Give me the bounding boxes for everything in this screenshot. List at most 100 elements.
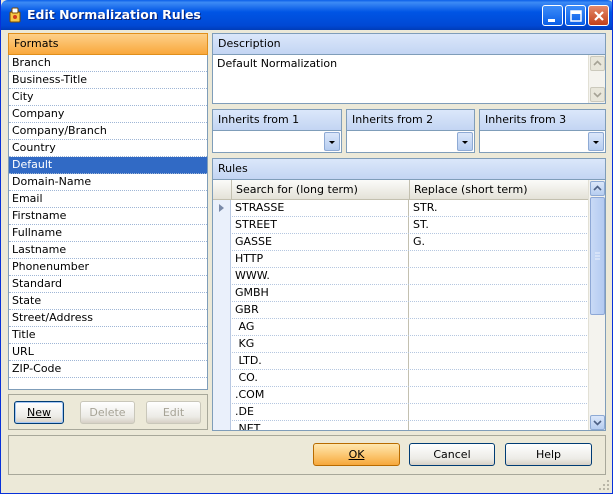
format-item-domain-name[interactable]: Domain-Name <box>9 174 207 191</box>
search-cell[interactable]: AG <box>232 319 409 335</box>
row-header[interactable] <box>213 234 231 251</box>
search-cell[interactable]: CO. <box>232 370 409 386</box>
format-item-zip-code[interactable]: ZIP-Code <box>9 361 207 378</box>
scroll-up-icon[interactable] <box>590 181 605 196</box>
row-header[interactable] <box>213 200 231 217</box>
edit-button[interactable]: Edit <box>146 401 201 424</box>
rules-scrollbar[interactable] <box>588 180 605 430</box>
replace-cell[interactable]: STR. <box>410 200 589 216</box>
format-item-standard[interactable]: Standard <box>9 276 207 293</box>
resize-grip-icon[interactable] <box>598 479 610 491</box>
format-item-business-title[interactable]: Business-Title <box>9 72 207 89</box>
format-item-default[interactable]: Default <box>9 157 207 174</box>
close-button[interactable] <box>588 5 609 26</box>
row-header[interactable] <box>213 353 231 370</box>
delete-button[interactable]: Delete <box>80 401 135 424</box>
minimize-button[interactable] <box>542 5 563 26</box>
search-cell[interactable]: STRASSE <box>232 200 409 216</box>
format-item-lastname[interactable]: Lastname <box>9 242 207 259</box>
table-row[interactable]: CO. <box>213 370 589 387</box>
new-button[interactable]: New <box>14 401 64 424</box>
inherits-2-dropdown[interactable] <box>346 131 475 153</box>
search-cell[interactable]: .COM <box>232 387 409 403</box>
row-header[interactable] <box>213 268 231 285</box>
replace-cell[interactable] <box>410 336 589 352</box>
format-item-company-branch[interactable]: Company/Branch <box>9 123 207 140</box>
search-cell[interactable]: KG <box>232 336 409 352</box>
format-item-phonenumber[interactable]: Phonenumber <box>9 259 207 276</box>
format-item-url[interactable]: URL <box>9 344 207 361</box>
replace-cell[interactable] <box>410 353 589 369</box>
scroll-down-icon[interactable] <box>590 415 605 430</box>
inherits-3-dropdown[interactable] <box>479 131 606 153</box>
replace-cell[interactable] <box>410 387 589 403</box>
format-item-fullname[interactable]: Fullname <box>9 225 207 242</box>
replace-cell[interactable] <box>410 251 589 267</box>
scroll-up-icon[interactable] <box>590 56 605 71</box>
format-item-street-address[interactable]: Street/Address <box>9 310 207 327</box>
format-item-email[interactable]: Email <box>9 191 207 208</box>
scroll-down-icon[interactable] <box>590 87 605 102</box>
column-header-search[interactable]: Search for (long term) <box>232 180 410 200</box>
maximize-button[interactable] <box>565 5 586 26</box>
scrollbar-thumb[interactable] <box>590 197 605 315</box>
table-row[interactable]: WWW. <box>213 268 589 285</box>
search-cell[interactable]: LTD. <box>232 353 409 369</box>
chevron-down-icon[interactable] <box>324 132 340 151</box>
row-header[interactable] <box>213 302 231 319</box>
replace-cell[interactable]: ST. <box>410 217 589 233</box>
table-row[interactable]: HTTP <box>213 251 589 268</box>
row-header[interactable] <box>213 217 231 234</box>
replace-cell[interactable] <box>410 421 589 430</box>
replace-cell[interactable] <box>410 285 589 301</box>
search-cell[interactable]: STREET <box>232 217 409 233</box>
search-cell[interactable]: .DE <box>232 404 409 420</box>
table-row[interactable]: GBR <box>213 302 589 319</box>
search-cell[interactable]: GASSE <box>232 234 409 250</box>
table-row[interactable]: STRASSE STR. <box>213 200 589 217</box>
format-item-title[interactable]: Title <box>9 327 207 344</box>
row-header[interactable] <box>213 370 231 387</box>
search-cell[interactable]: WWW. <box>232 268 409 284</box>
search-cell[interactable]: .NET <box>232 421 409 430</box>
search-cell[interactable]: GBR <box>232 302 409 318</box>
ok-button[interactable]: OK <box>313 443 400 466</box>
description-field[interactable]: Default Normalization <box>212 55 606 104</box>
row-header[interactable] <box>213 319 231 336</box>
rules-grid[interactable]: Search for (long term) Replace (short te… <box>212 180 606 431</box>
table-row[interactable]: GMBH <box>213 285 589 302</box>
table-row[interactable]: .NET <box>213 421 589 430</box>
row-header[interactable] <box>213 421 231 430</box>
table-row[interactable]: KG <box>213 336 589 353</box>
column-header-replace[interactable]: Replace (short term) <box>410 180 589 200</box>
table-row[interactable]: .COM <box>213 387 589 404</box>
row-header[interactable] <box>213 285 231 302</box>
format-item-company[interactable]: Company <box>9 106 207 123</box>
description-scrollbar[interactable] <box>588 55 605 103</box>
replace-cell[interactable] <box>410 370 589 386</box>
row-header[interactable] <box>213 251 231 268</box>
cancel-button[interactable]: Cancel <box>409 443 495 466</box>
table-row[interactable]: .DE <box>213 404 589 421</box>
chevron-down-icon[interactable] <box>588 132 604 151</box>
format-item-city[interactable]: City <box>9 89 207 106</box>
table-row[interactable]: STREET ST. <box>213 217 589 234</box>
help-button[interactable]: Help <box>505 443 592 466</box>
format-item-state[interactable]: State <box>9 293 207 310</box>
format-item-country[interactable]: Country <box>9 140 207 157</box>
formats-list[interactable]: Branch Business-Title City Company Company/B… <box>8 55 208 390</box>
row-header[interactable] <box>213 336 231 353</box>
replace-cell[interactable] <box>410 268 589 284</box>
table-row[interactable]: GASSE G. <box>213 234 589 251</box>
format-item-firstname[interactable]: Firstname <box>9 208 207 225</box>
row-header[interactable] <box>213 387 231 404</box>
row-header[interactable] <box>213 404 231 421</box>
title-bar[interactable]: Edit Normalization Rules <box>1 0 612 30</box>
chevron-down-icon[interactable] <box>457 132 473 151</box>
format-item-branch[interactable]: Branch <box>9 55 207 72</box>
search-cell[interactable]: HTTP <box>232 251 409 267</box>
table-row[interactable]: LTD. <box>213 353 589 370</box>
replace-cell[interactable]: G. <box>410 234 589 250</box>
replace-cell[interactable] <box>410 404 589 420</box>
replace-cell[interactable] <box>410 319 589 335</box>
